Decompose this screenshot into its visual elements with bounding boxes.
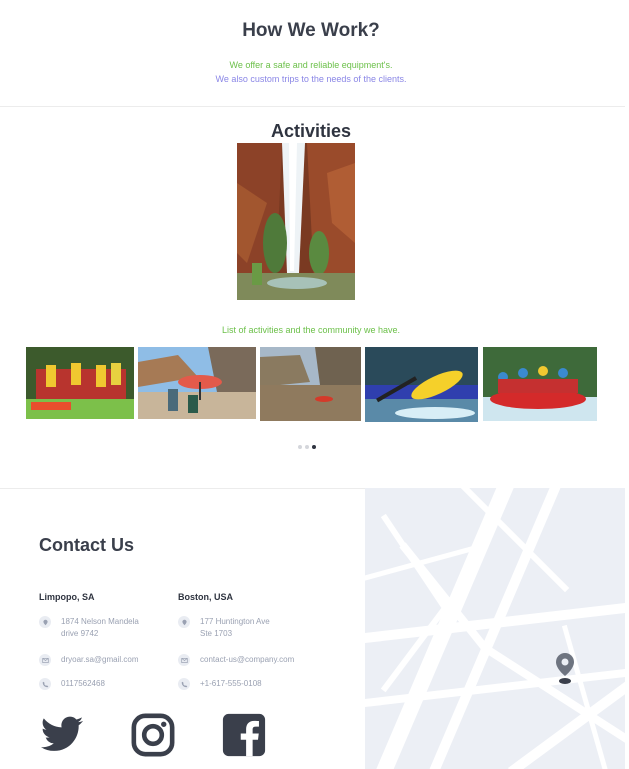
contact-title: Contact Us — [39, 535, 135, 555]
twitter-icon[interactable] — [39, 712, 85, 763]
mail-icon — [39, 654, 51, 666]
office-email[interactable]: contact-us@company.com — [178, 654, 318, 666]
location-pin-icon — [39, 616, 51, 628]
how-we-work-title: How We Work? — [242, 20, 380, 41]
location-pin-icon — [178, 616, 190, 628]
facebook-icon[interactable] — [221, 712, 267, 763]
phone-icon — [178, 678, 190, 690]
office-limpopo: Limpopo, SA 1874 Nelson Mandela drive 974… — [39, 592, 179, 690]
section-divider — [0, 106, 625, 107]
activity-thumb-raft[interactable] — [483, 347, 597, 421]
waterfall-image — [237, 143, 355, 300]
activity-thumb-kayak[interactable] — [365, 347, 478, 422]
carousel-dot[interactable] — [305, 445, 309, 449]
office-address: 1874 Nelson Mandela drive 9742 — [39, 616, 179, 640]
instagram-icon[interactable] — [130, 712, 176, 763]
how-we-work-line2: We also custom trips to the needs of the… — [215, 74, 407, 84]
activity-thumb-group[interactable] — [26, 347, 134, 419]
activities-title: Activities — [270, 121, 352, 141]
carousel-dots — [298, 445, 316, 449]
activity-thumb-beach[interactable] — [138, 347, 256, 419]
office-phone[interactable]: +1-617-555-0108 — [178, 678, 318, 690]
office-name: Boston, USA — [178, 592, 233, 602]
office-name: Limpopo, SA — [39, 592, 95, 602]
carousel-dot[interactable] — [298, 445, 302, 449]
location-map[interactable] — [365, 488, 625, 769]
office-email[interactable]: dryoar.sa@gmail.com — [39, 654, 179, 666]
phone-icon — [39, 678, 51, 690]
carousel-dot-active[interactable] — [312, 445, 316, 449]
how-we-work-line1: We offer a safe and reliable equipment's… — [229, 60, 393, 70]
office-boston: Boston, USA 177 Huntington Ave Ste 1703 c… — [178, 592, 318, 690]
office-phone[interactable]: 0117562468 — [39, 678, 179, 690]
mail-icon — [178, 654, 190, 666]
office-address: 177 Huntington Ave Ste 1703 — [178, 616, 318, 640]
footer-divider — [0, 488, 365, 489]
activity-thumb-canyon[interactable] — [260, 347, 361, 421]
activities-caption: List of activities and the community we … — [221, 325, 401, 335]
